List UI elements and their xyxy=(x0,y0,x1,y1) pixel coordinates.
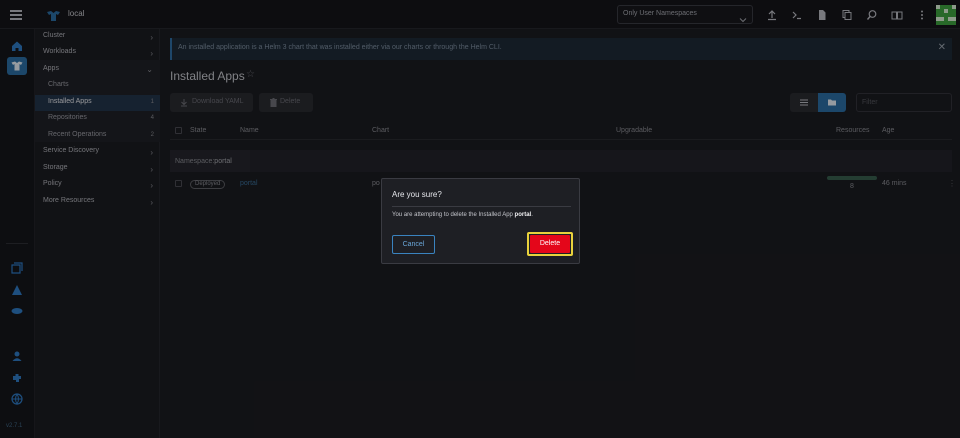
confirm-delete-label: Delete xyxy=(539,240,561,247)
confirm-delete-dialog: Are you sure? You are attempting to dele… xyxy=(381,178,580,264)
cancel-label: Cancel xyxy=(402,241,425,248)
dialog-target-name: portal xyxy=(514,212,532,218)
app-window: local Only User Namespaces v2.7.1 Cluste… xyxy=(0,0,960,438)
confirm-delete-button[interactable]: Delete xyxy=(527,232,573,256)
confirm-delete-fill: Delete xyxy=(530,235,570,253)
dialog-divider xyxy=(392,206,571,207)
dialog-message: You are attempting to delete the Install… xyxy=(392,212,533,218)
cancel-button[interactable]: Cancel xyxy=(392,235,435,254)
dialog-title: Are you sure? xyxy=(392,190,442,199)
